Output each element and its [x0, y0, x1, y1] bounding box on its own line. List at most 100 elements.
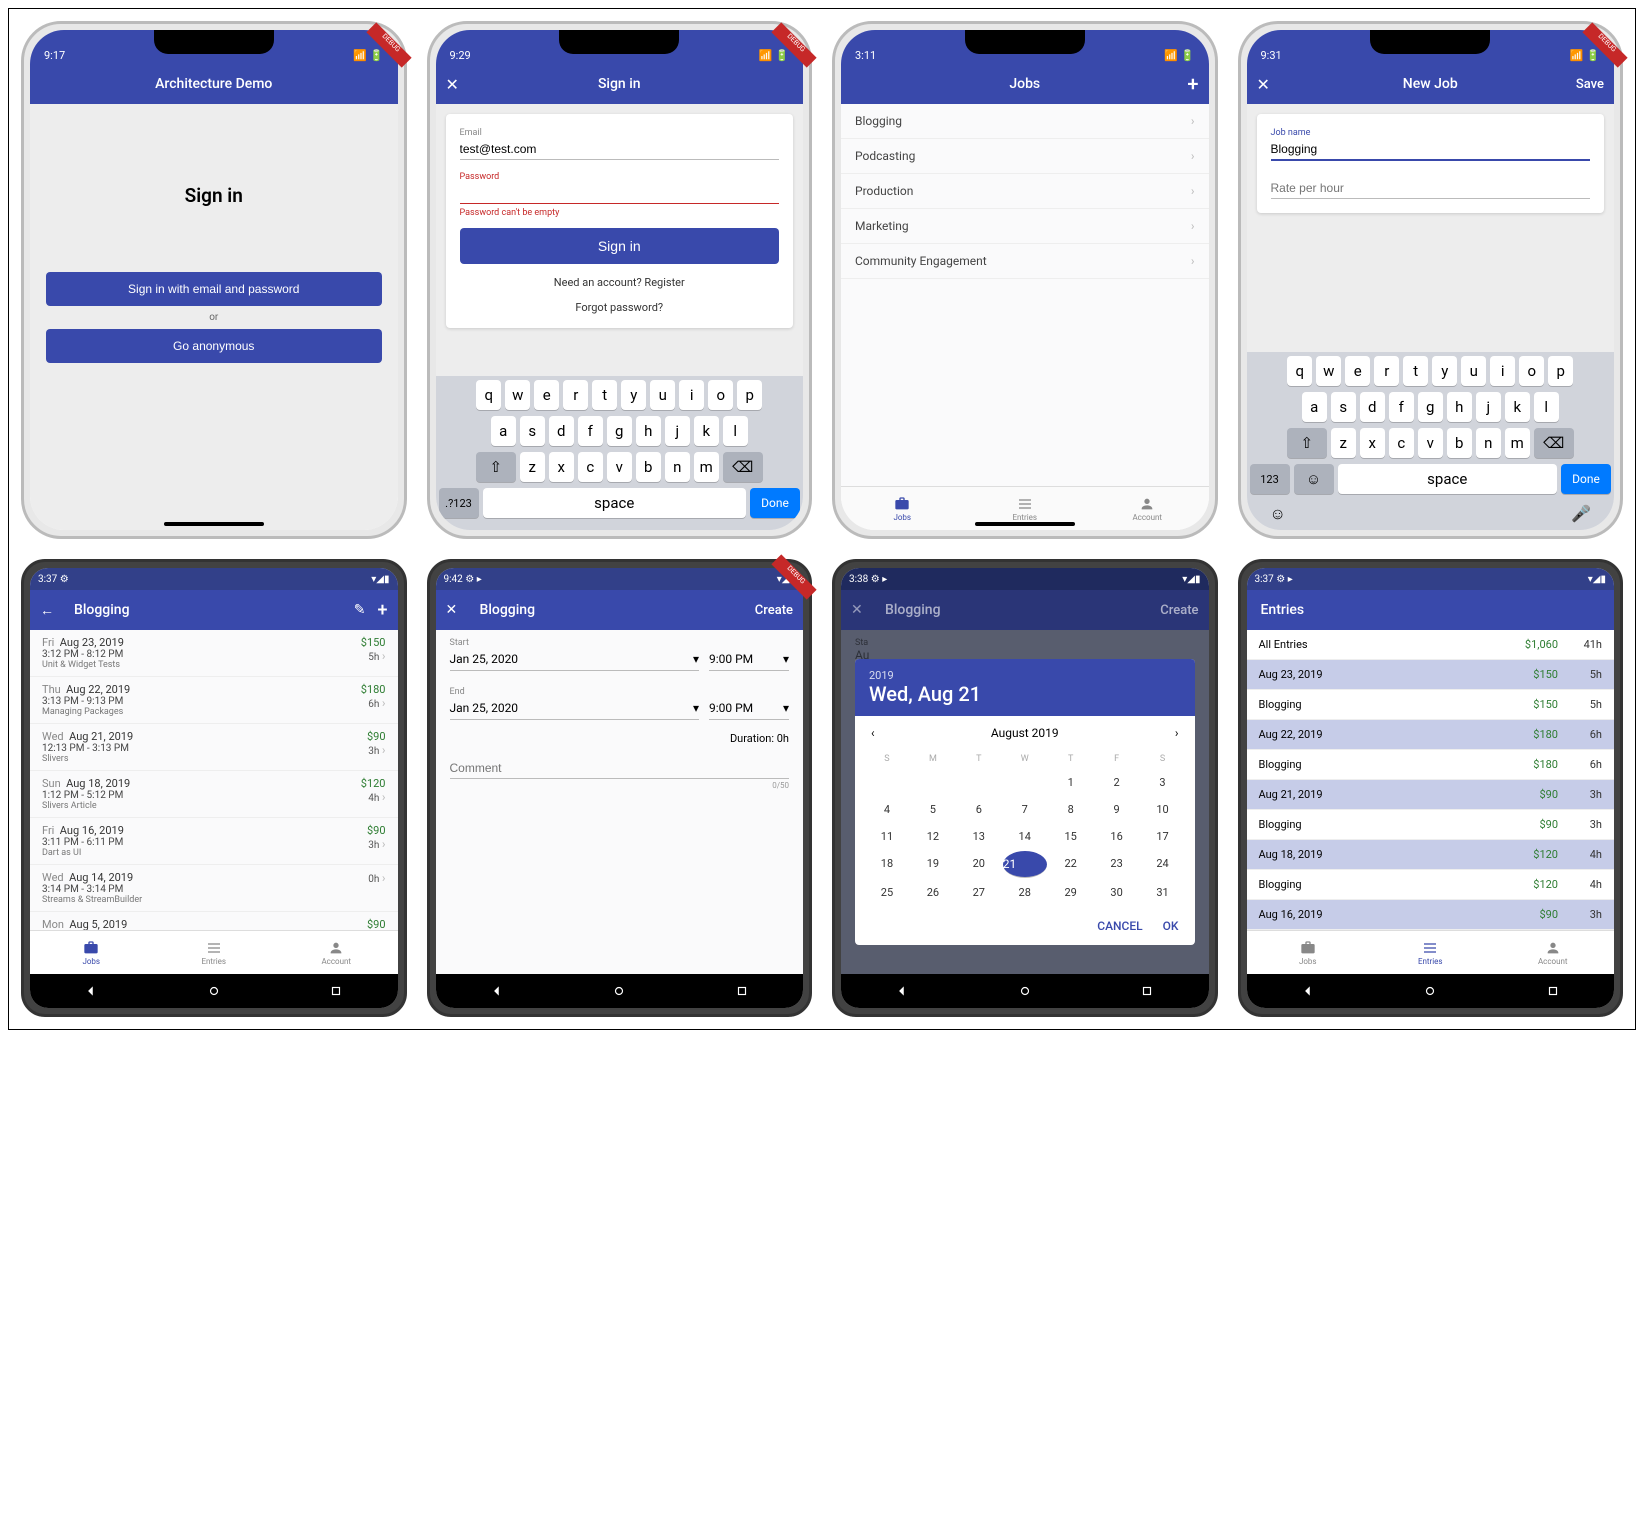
calendar-day[interactable]: 18: [865, 851, 909, 878]
entry-row[interactable]: Sun Aug 18, 20191:12 PM - 5:12 PMSlivers…: [30, 771, 398, 818]
key-c[interactable]: c: [578, 452, 603, 482]
calendar-day[interactable]: 26: [911, 880, 955, 905]
key-u[interactable]: u: [1461, 356, 1486, 386]
key-123[interactable]: 123: [1250, 464, 1290, 494]
ok-button[interactable]: OK: [1163, 919, 1179, 933]
calendar-day[interactable]: 24: [1141, 851, 1185, 878]
nav-recent-icon[interactable]: [1546, 984, 1560, 998]
key-i[interactable]: i: [1490, 356, 1515, 386]
nav-recent-icon[interactable]: [329, 984, 343, 998]
nav-home-icon[interactable]: [1423, 984, 1437, 998]
key-s[interactable]: s: [1331, 392, 1356, 422]
key-space[interactable]: space: [1338, 464, 1558, 494]
nav-home-icon[interactable]: [612, 984, 626, 998]
tab-jobs[interactable]: Jobs: [30, 931, 153, 974]
calendar-day[interactable]: 21: [1003, 851, 1047, 878]
key-y[interactable]: y: [621, 380, 646, 410]
key-h[interactable]: h: [1447, 392, 1472, 422]
close-icon[interactable]: ✕: [446, 602, 458, 618]
key-u[interactable]: u: [650, 380, 675, 410]
close-icon[interactable]: ✕: [851, 602, 863, 618]
key-l[interactable]: l: [1534, 392, 1559, 422]
key-f[interactable]: f: [578, 416, 603, 446]
key-r[interactable]: r: [563, 380, 588, 410]
nav-home-icon[interactable]: [1018, 984, 1032, 998]
calendar-day[interactable]: 23: [1095, 851, 1139, 878]
prev-month-icon[interactable]: ‹: [871, 726, 875, 740]
calendar-day[interactable]: 6: [957, 797, 1001, 822]
key-⌫[interactable]: ⌫: [1534, 428, 1574, 458]
rate-field[interactable]: [1271, 178, 1591, 199]
tab-jobs[interactable]: Jobs: [841, 487, 964, 530]
key-b[interactable]: b: [636, 452, 661, 482]
start-time-select[interactable]: 9:00 PM▾: [709, 648, 789, 671]
key-v[interactable]: v: [1418, 428, 1443, 458]
tab-account[interactable]: Account: [1086, 487, 1209, 530]
close-icon[interactable]: ✕: [446, 75, 459, 94]
add-icon[interactable]: +: [1187, 72, 1198, 96]
key-q[interactable]: q: [476, 380, 501, 410]
calendar-day[interactable]: 10: [1141, 797, 1185, 822]
key-z[interactable]: z: [520, 452, 545, 482]
key-v[interactable]: v: [607, 452, 632, 482]
calendar-day[interactable]: 31: [1141, 880, 1185, 905]
close-icon[interactable]: ✕: [1257, 75, 1270, 94]
save-button[interactable]: Save: [1576, 77, 1604, 92]
job-row[interactable]: Community Engagement›: [841, 244, 1209, 279]
entry-row[interactable]: Wed Aug 21, 201912:13 PM - 3:13 PMSliver…: [30, 724, 398, 771]
entry-row[interactable]: Fri Aug 23, 20193:12 PM - 8:12 PMUnit & …: [30, 630, 398, 677]
nav-recent-icon[interactable]: [1140, 984, 1154, 998]
back-icon[interactable]: ←: [40, 602, 54, 619]
email-field[interactable]: [460, 139, 780, 160]
calendar-day[interactable]: 12: [911, 824, 955, 849]
calendar-day[interactable]: 30: [1095, 880, 1139, 905]
key-⇧[interactable]: ⇧: [1287, 428, 1327, 458]
key-⇧[interactable]: ⇧: [476, 452, 516, 482]
mic-icon[interactable]: 🎤: [1571, 504, 1591, 524]
calendar-day[interactable]: 19: [911, 851, 955, 878]
calendar-day[interactable]: 16: [1095, 824, 1139, 849]
key-t[interactable]: t: [1403, 356, 1428, 386]
nav-back-icon[interactable]: [895, 984, 909, 998]
nav-back-icon[interactable]: [490, 984, 504, 998]
entries-row[interactable]: Blogging$1204h: [1247, 870, 1615, 900]
calendar-day[interactable]: 9: [1095, 797, 1139, 822]
key-d[interactable]: d: [549, 416, 574, 446]
calendar-day[interactable]: 22: [1049, 851, 1093, 878]
key-n[interactable]: n: [1476, 428, 1501, 458]
add-icon[interactable]: +: [378, 600, 388, 621]
keyboard[interactable]: qwertyuiop asdfghjkl ⇧zxcvbnm⌫ .?123 spa…: [436, 376, 804, 530]
key-done[interactable]: Done: [1561, 464, 1611, 494]
tab-entries[interactable]: Entries: [1369, 931, 1492, 974]
go-anonymous-button[interactable]: Go anonymous: [46, 329, 382, 363]
register-link[interactable]: Need an account? Register: [460, 276, 780, 289]
nav-home-icon[interactable]: [207, 984, 221, 998]
key-j[interactable]: j: [1476, 392, 1501, 422]
key-y[interactable]: y: [1432, 356, 1457, 386]
job-row[interactable]: Marketing›: [841, 209, 1209, 244]
key-space[interactable]: space: [483, 488, 747, 518]
end-time-select[interactable]: 9:00 PM▾: [709, 697, 789, 720]
key-m[interactable]: m: [1505, 428, 1530, 458]
calendar-day[interactable]: 3: [1141, 770, 1185, 795]
key-r[interactable]: r: [1374, 356, 1399, 386]
entry-row[interactable]: Wed Aug 14, 20193:14 PM - 3:14 PMStreams…: [30, 865, 398, 912]
tab-account[interactable]: Account: [275, 931, 398, 974]
calendar-day[interactable]: 29: [1049, 880, 1093, 905]
keyboard[interactable]: qwertyuiop asdfghjkl ⇧zxcvbnm⌫ 123 ☺ spa…: [1247, 352, 1615, 530]
key-q[interactable]: q: [1287, 356, 1312, 386]
calendar-day[interactable]: 25: [865, 880, 909, 905]
calendar-day[interactable]: 2: [1095, 770, 1139, 795]
key-g[interactable]: g: [607, 416, 632, 446]
nav-back-icon[interactable]: [1301, 984, 1315, 998]
key-p[interactable]: p: [1548, 356, 1573, 386]
key-⌫[interactable]: ⌫: [723, 452, 763, 482]
key-w[interactable]: w: [1316, 356, 1341, 386]
tab-jobs[interactable]: Jobs: [1247, 931, 1370, 974]
end-date-select[interactable]: Jan 25, 2020▾: [450, 697, 700, 720]
key-w[interactable]: w: [505, 380, 530, 410]
create-button[interactable]: Create: [755, 603, 793, 618]
key-a[interactable]: a: [491, 416, 516, 446]
key-h[interactable]: h: [636, 416, 661, 446]
nav-recent-icon[interactable]: [735, 984, 749, 998]
